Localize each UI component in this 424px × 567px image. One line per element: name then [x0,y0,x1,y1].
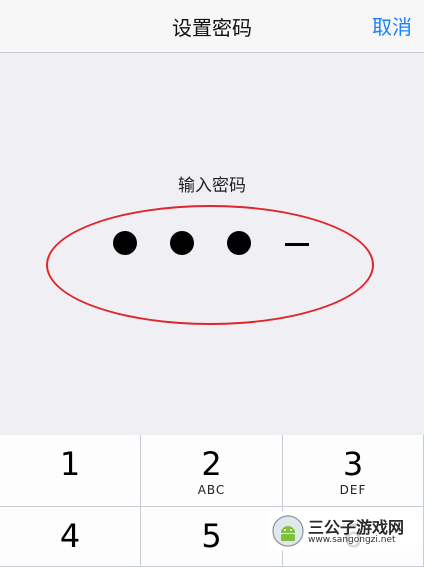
key-4-number: 4 [59,517,81,555]
key-1[interactable]: 1 [0,435,141,507]
key-3-letters: DEF [339,483,367,497]
key-3[interactable]: 3 DEF [283,435,424,507]
key-2-number: 2 [201,445,222,483]
highlight-annotation-ellipse [46,205,374,325]
android-logo-icon [272,515,304,547]
passcode-prompt: 输入密码 [178,176,246,196]
key-4[interactable]: 4 [0,507,141,567]
navigation-bar: 设置密码 取消 [0,0,424,53]
key-3-number: 3 [342,445,364,483]
passcode-area: 输入密码 [0,53,424,435]
key-5[interactable]: 5 [141,507,283,567]
site-watermark: 三公子游戏网 www.sangongzi.net [268,511,418,551]
watermark-url: www.sangongzi.net [308,535,396,545]
key-2-letters: ABC [197,483,226,497]
cancel-button[interactable]: 取消 [372,11,412,40]
key-5-number: 5 [201,517,222,555]
key-1-number: 1 [59,445,81,483]
key-2[interactable]: 2 ABC [141,435,283,507]
page-title: 设置密码 [172,16,252,40]
